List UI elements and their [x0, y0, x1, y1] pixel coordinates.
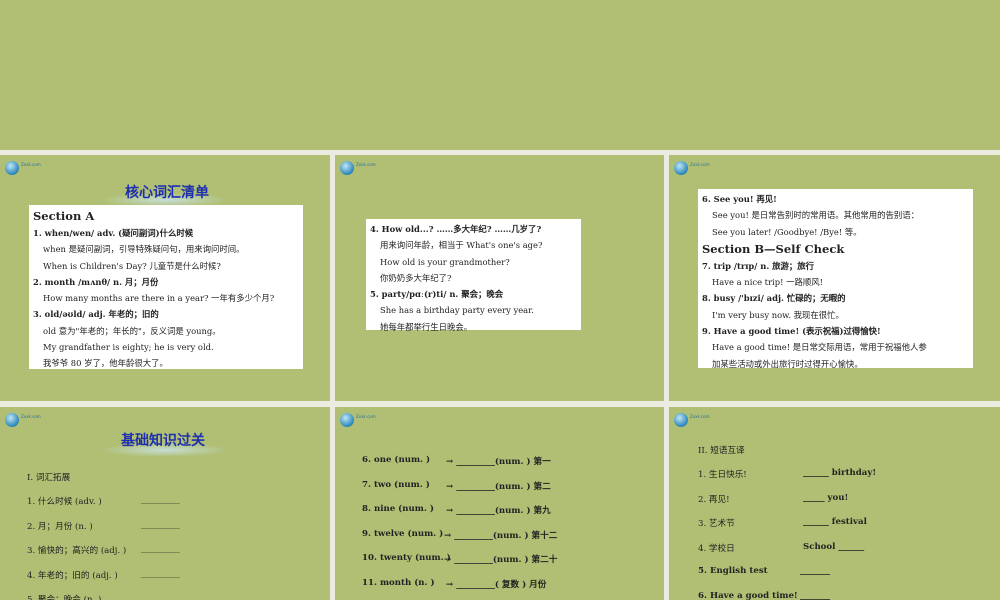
- entry-heading: 3. old/əʊld/ adj. 年老的；旧的: [33, 309, 159, 320]
- exercise-item: 10. twenty (num. ): [362, 553, 451, 563]
- exercise-item: 3. 艺术节: [698, 519, 735, 529]
- logo-icon: Zxxk.com: [5, 161, 51, 175]
- answer-blank[interactable]: _________: [141, 520, 180, 530]
- entry-text: How many months are there in a year? 一年有…: [43, 293, 275, 304]
- entry-heading: 7. trip /trɪp/ n. 旅游；旅行: [702, 260, 815, 271]
- entry-text: when 是疑问副词，引导特殊疑问句，用来询问时间。: [43, 244, 245, 255]
- answer-blank[interactable]: _________: [141, 569, 180, 579]
- entry-text: 用来询问年龄，相当于 What's one's age?: [380, 240, 543, 251]
- answer-blank[interactable]: School ______: [803, 542, 864, 552]
- entry-text: She has a birthday party every year.: [380, 305, 534, 316]
- exercise-item: 2. 月；月份 (n. ): [27, 521, 93, 532]
- vocab-box: 4. How old...? ……多大年纪? ……几岁了? 用来询问年龄，相当于 …: [366, 219, 581, 332]
- answer-blank[interactable]: → _________( 复数 ) 月份: [446, 578, 546, 590]
- exercise-item: 6. one (num. ): [362, 455, 431, 465]
- exercise-item: 5. English test: [698, 566, 768, 576]
- exercise-item: 2. 再见!: [698, 494, 730, 505]
- entry-heading: 9. Have a good time! (表示祝福)过得愉快!: [702, 326, 881, 337]
- entry-text: I'm very busy now. 我现在很忙。: [712, 309, 844, 320]
- vocab-box: 6. See you! 再见! See you! 是日常告别时的常用语。其他常用的…: [698, 189, 973, 369]
- answer-blank[interactable]: _________: [141, 495, 180, 505]
- vocab-box: Section A 1. when/wen/ adv. (疑问副词)什么时候 wh…: [29, 205, 303, 369]
- entry-text: See you later! /Goodbye! /Bye! 等。: [712, 226, 862, 237]
- entry-text: 加某些活动或外出旅行时过得开心愉快。: [712, 358, 863, 369]
- logo-icon: Zxxk.com: [340, 161, 386, 175]
- answer-blank[interactable]: ______ festival: [803, 517, 867, 527]
- section-heading: Section A: [33, 209, 95, 223]
- slide-previous[interactable]: [0, 0, 1000, 150]
- exercise-item: 6. Have a good time!: [698, 590, 798, 600]
- exercise-item: 4. 年老的；旧的 (adj. ): [27, 570, 118, 581]
- slide-thumbnail-6[interactable]: Zxxk.com II. 短语互译 1. 生日快乐! ______ birthday…: [669, 407, 1000, 600]
- slide-thumbnail-4[interactable]: Zxxk.com 基础知识过关 I. 词汇拓展 1. 什么时候 (adv. ) __…: [0, 407, 330, 600]
- entry-text: My grandfather is eighty; he is very old…: [43, 342, 214, 353]
- answer-blank[interactable]: → _________(num. ) 第二: [446, 480, 551, 492]
- entry-text: When is Children's Day? 儿童节是什么时候?: [43, 260, 221, 271]
- entry-heading: 4. How old...? ……多大年纪? ……几岁了?: [370, 224, 542, 234]
- answer-blank[interactable]: → _________(num. ) 第九: [446, 504, 551, 516]
- entry-text: Have a good time! 是日常交际用语，常用于祝福他人参: [712, 342, 927, 353]
- entry-text: How old is your grandmother?: [380, 256, 510, 267]
- exercise-item: 1. 生日快乐!: [698, 470, 747, 480]
- answer-blank[interactable]: → _________(num. ) 第一: [446, 455, 551, 467]
- entry-text: old 意为"年老的；年长的"，反义词是 young。: [43, 325, 221, 336]
- exercise-item: 3. 愉快的；高兴的 (adj. ): [27, 546, 127, 556]
- answer-blank[interactable]: _____ you!: [803, 493, 848, 503]
- answer-blank[interactable]: → _________(num. ) 第二十: [444, 553, 557, 565]
- exercise-item: 1. 什么时候 (adv. ): [27, 497, 102, 507]
- exercise-item: 7. two (num. ): [362, 479, 430, 490]
- exercise-item: 8. nine (num. ): [362, 504, 434, 514]
- answer-blank[interactable]: _______: [800, 566, 830, 576]
- slide-title: 核心词汇清单: [125, 185, 209, 201]
- exercise-heading: II. 短语互译: [698, 446, 745, 456]
- section-heading: Section B—Self Check: [702, 241, 845, 256]
- entry-text: 她每年都举行生日晚会。: [380, 321, 473, 332]
- exercise-heading: I. 词汇拓展: [27, 473, 71, 483]
- entry-heading: 8. busy /'bɪzi/ adj. 忙碌的；无暇的: [702, 293, 846, 304]
- exercise-item: 4. 学校日: [698, 543, 735, 554]
- slide-thumbnail-2[interactable]: Zxxk.com 4. How old...? ……多大年纪? ……几岁了? 用来…: [335, 155, 664, 401]
- entry-text: 你奶奶多大年纪了?: [380, 272, 452, 283]
- entry-text: See you! 是日常告别时的常用语。其他常用的告别语：: [712, 210, 920, 221]
- slide-thumbnail-5[interactable]: Zxxk.com 6. one (num. ) → _________(num. …: [335, 407, 664, 600]
- exercise-item: 5. 聚会；晚会 (n. ): [27, 595, 102, 600]
- entry-heading: 1. when/wen/ adv. (疑问副词)什么时候: [33, 228, 194, 238]
- exercise-item: 11. month (n. ): [362, 577, 435, 588]
- entry-heading: 6. See you! 再见!: [702, 194, 777, 204]
- slide-thumbnail-1[interactable]: Zxxk.com 核心词汇清单 Section A 1. when/wen/ a…: [0, 155, 330, 401]
- entry-heading: 5. party/pɑː(r)ti/ n. 聚会；晚会: [370, 289, 504, 300]
- answer-blank[interactable]: _______: [800, 591, 830, 600]
- entry-heading: 2. month /mʌnθ/ n. 月；月份: [33, 276, 159, 287]
- slide-thumbnail-3[interactable]: Zxxk.com 6. See you! 再见! See you! 是日常告别时的…: [669, 155, 1000, 401]
- answer-blank[interactable]: _________: [141, 544, 180, 554]
- answer-blank[interactable]: → _________(num. ) 第十二: [444, 529, 557, 541]
- logo-icon: Zxxk.com: [674, 161, 720, 175]
- answer-blank[interactable]: ______ birthday!: [803, 468, 876, 478]
- entry-text: 我爷爷 80 岁了，他年龄很大了。: [43, 358, 168, 369]
- exercise-item: 9. twelve (num. ): [362, 528, 444, 539]
- entry-text: Have a nice trip! 一路顺风!: [712, 277, 823, 288]
